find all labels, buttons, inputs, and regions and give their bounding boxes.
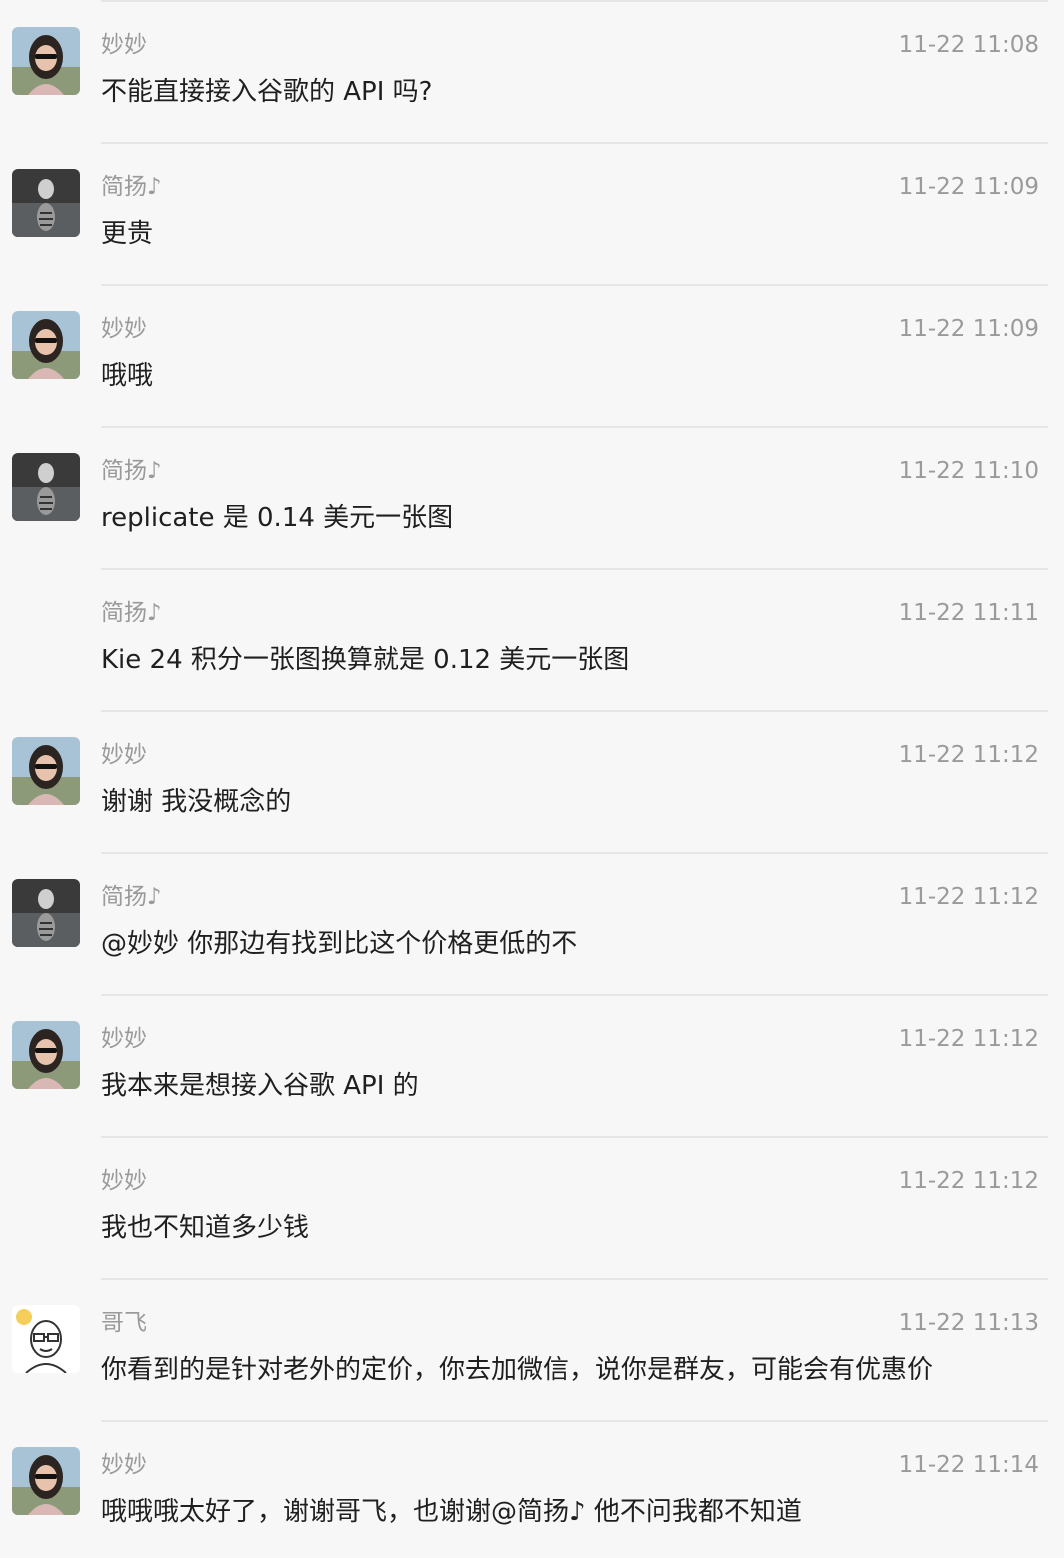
tiger-cat-avatar[interactable] xyxy=(12,879,80,947)
sender-name: 简扬♪ xyxy=(101,174,162,200)
woman-sunglasses-avatar[interactable] xyxy=(12,27,80,95)
message-timestamp: 11-22 11:12 xyxy=(898,884,1039,910)
message-divider xyxy=(101,426,1048,428)
woman-sunglasses-avatar[interactable] xyxy=(12,1021,80,1089)
message-text: 谢谢 我没概念的 xyxy=(101,787,292,817)
message-timestamp: 11-22 11:12 xyxy=(898,1026,1039,1052)
message-timestamp: 11-22 11:14 xyxy=(898,1452,1039,1478)
message-item[interactable]: 简扬♪ 11-22 11:09 更贵 xyxy=(0,142,1064,284)
message-item[interactable]: 妙妙 11-22 11:12 我也不知道多少钱 xyxy=(0,1136,1064,1278)
sender-name: 简扬♪ xyxy=(101,600,162,626)
message-item[interactable]: 妙妙 11-22 11:09 哦哦 xyxy=(0,284,1064,426)
message-text: 更贵 xyxy=(101,219,154,249)
message-timestamp: 11-22 11:12 xyxy=(898,1168,1039,1194)
message-timestamp: 11-22 11:12 xyxy=(898,742,1039,768)
message-timestamp: 11-22 11:11 xyxy=(898,600,1039,626)
message-timestamp: 11-22 11:13 xyxy=(898,1310,1039,1336)
message-divider xyxy=(101,1278,1048,1280)
sender-name: 妙妙 xyxy=(101,1026,147,1052)
sender-name: 妙妙 xyxy=(101,32,147,58)
message-divider xyxy=(101,710,1048,712)
message-item[interactable]: 妙妙 11-22 11:12 谢谢 我没概念的 xyxy=(0,710,1064,852)
message-divider xyxy=(101,568,1048,570)
message-item[interactable]: 简扬♪ 11-22 11:11 Kie 24 积分一张图换算就是 0.12 美元… xyxy=(0,568,1064,710)
message-divider xyxy=(101,0,1048,2)
message-divider xyxy=(101,1420,1048,1422)
message-text: @妙妙 你那边有找到比这个价格更低的不 xyxy=(101,929,578,959)
message-item[interactable]: 妙妙 11-22 11:14 哦哦哦太好了，谢谢哥飞，也谢谢@简扬♪ 他不问我都… xyxy=(0,1420,1064,1558)
woman-sunglasses-avatar[interactable] xyxy=(12,311,80,379)
message-text: 哦哦哦太好了，谢谢哥飞，也谢谢@简扬♪ 他不问我都不知道 xyxy=(101,1497,802,1527)
message-divider xyxy=(101,1136,1048,1138)
message-timestamp: 11-22 11:08 xyxy=(898,32,1039,58)
message-text: replicate 是 0.14 美元一张图 xyxy=(101,503,454,533)
message-item[interactable]: 妙妙 11-22 11:12 我本来是想接入谷歌 API 的 xyxy=(0,994,1064,1136)
sender-name: 简扬♪ xyxy=(101,458,162,484)
woman-sunglasses-avatar[interactable] xyxy=(12,737,80,805)
message-item[interactable]: 妙妙 11-22 11:08 不能直接接入谷歌的 API 吗? xyxy=(0,0,1064,142)
message-text: 哦哦 xyxy=(101,361,154,391)
sender-name: 妙妙 xyxy=(101,1452,147,1478)
message-divider xyxy=(101,852,1048,854)
message-item[interactable]: 简扬♪ 11-22 11:10 replicate 是 0.14 美元一张图 xyxy=(0,426,1064,568)
message-item[interactable]: 哥飞 11-22 11:13 你看到的是针对老外的定价，你去加微信，说你是群友，… xyxy=(0,1278,1064,1420)
sender-name: 简扬♪ xyxy=(101,884,162,910)
message-divider xyxy=(101,142,1048,144)
tiger-cat-avatar[interactable] xyxy=(12,453,80,521)
message-text: Kie 24 积分一张图换算就是 0.12 美元一张图 xyxy=(101,645,630,675)
message-divider xyxy=(101,284,1048,286)
sender-name: 妙妙 xyxy=(101,742,147,768)
message-text: 我也不知道多少钱 xyxy=(101,1213,310,1243)
message-text: 不能直接接入谷歌的 API 吗? xyxy=(101,77,433,107)
message-timestamp: 11-22 11:10 xyxy=(898,458,1039,484)
tiger-cat-avatar[interactable] xyxy=(12,169,80,237)
message-timestamp: 11-22 11:09 xyxy=(898,174,1039,200)
message-text: 我本来是想接入谷歌 API 的 xyxy=(101,1071,419,1101)
sender-name: 哥飞 xyxy=(101,1310,147,1336)
message-timestamp: 11-22 11:09 xyxy=(898,316,1039,342)
message-item[interactable]: 简扬♪ 11-22 11:12 @妙妙 你那边有找到比这个价格更低的不 xyxy=(0,852,1064,994)
chat-message-list: 妙妙 11-22 11:08 不能直接接入谷歌的 API 吗? 简扬♪ 11-2… xyxy=(0,0,1064,1558)
sender-name: 妙妙 xyxy=(101,316,147,342)
message-divider xyxy=(101,994,1048,996)
sender-name: 妙妙 xyxy=(101,1168,147,1194)
message-text: 你看到的是针对老外的定价，你去加微信，说你是群友，可能会有优惠价 xyxy=(101,1355,934,1385)
woman-sunglasses-avatar[interactable] xyxy=(12,1447,80,1515)
cartoon-glasses-avatar[interactable] xyxy=(12,1305,80,1373)
